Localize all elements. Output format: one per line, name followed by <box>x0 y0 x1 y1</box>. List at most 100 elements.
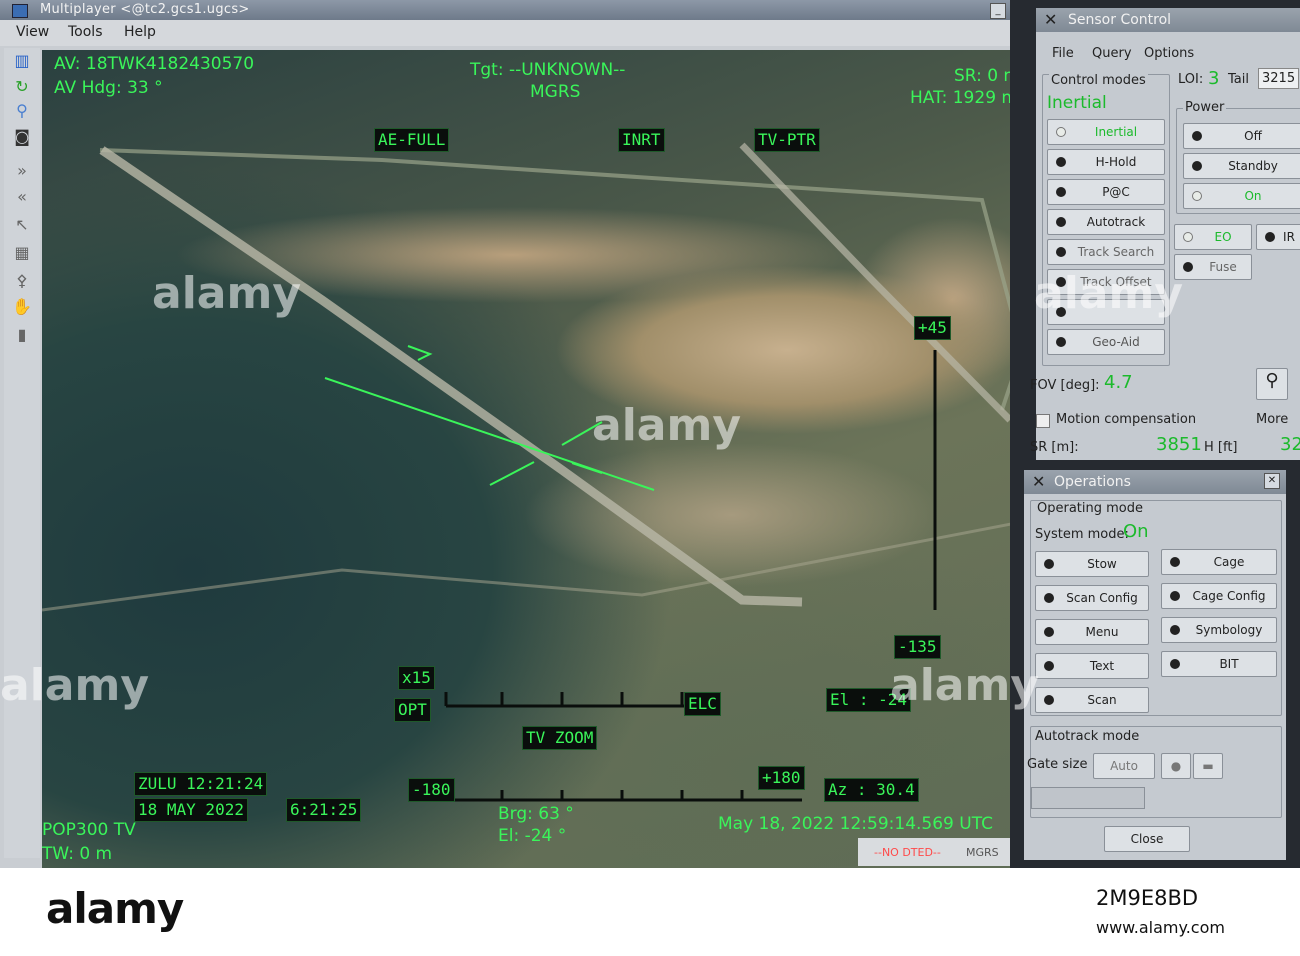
video-window: Multiplayer <@tc2.gcs1.ugcs> _ X View To… <box>0 0 1035 868</box>
sensor-eo-button[interactable]: EO <box>1174 224 1252 250</box>
scan-config-button[interactable]: Scan Config <box>1035 585 1149 611</box>
gate-size-label: Gate size <box>1027 757 1088 772</box>
gate-auto-button[interactable]: Auto <box>1093 753 1155 779</box>
taxiway <box>739 142 1013 423</box>
video-feed[interactable]: AV: 18TWK4182430570 AV Hdg: 33 ° Tgt: --… <box>42 50 1032 868</box>
power-on-button[interactable]: On <box>1183 183 1300 209</box>
joystick-icon[interactable]: ⚴ <box>10 270 34 292</box>
menu-file[interactable]: File <box>1052 46 1074 61</box>
gate-size-slider[interactable] <box>1031 787 1145 809</box>
watermark-text: alamy <box>0 660 149 711</box>
zulu-time-box: ZULU 12:21:24 <box>134 772 268 796</box>
camera-icon[interactable]: ◙ <box>10 126 34 148</box>
av-position: AV: 18TWK4182430570 <box>54 54 255 74</box>
mode-inertial-button[interactable]: Inertial <box>1047 119 1165 145</box>
utc-timestamp: May 18, 2022 12:59:14.569 UTC <box>718 814 993 834</box>
watermark-text: alamy <box>152 268 301 319</box>
operations-titlebar[interactable]: ✕ Operations ✕ <box>1024 470 1286 494</box>
reticle-line <box>571 462 603 474</box>
menu-query[interactable]: Query <box>1092 46 1132 61</box>
sr-label: SR [m]: <box>1030 440 1079 455</box>
window-title: Multiplayer <@tc2.gcs1.ugcs> <box>40 2 250 17</box>
menu-button[interactable]: Menu <box>1035 619 1149 645</box>
zoom-icon[interactable]: ⚲ <box>10 100 34 122</box>
sensor-control-titlebar[interactable]: ✕ Sensor Control <box>1036 8 1300 32</box>
height-above-terrain: HAT: 1929 m <box>910 88 1018 108</box>
rewind-icon[interactable]: « <box>10 186 34 208</box>
text-button[interactable]: Text <box>1035 653 1149 679</box>
elevation-upper-box: +45 <box>914 316 951 340</box>
close-operations-button[interactable]: Close <box>1104 826 1190 852</box>
window-titlebar[interactable]: Multiplayer <@tc2.gcs1.ugcs> _ X <box>0 0 1035 20</box>
close-icon[interactable]: ✕ <box>1032 470 1045 494</box>
status-bar: --NO DTED-- MGRS <box>858 838 1033 866</box>
power-standby-button[interactable]: Standby <box>1183 153 1300 179</box>
motion-compensation-label: Motion compensation <box>1056 412 1197 427</box>
inrt-box: INRT <box>618 128 665 152</box>
mode-pac-button[interactable]: P@C <box>1047 179 1165 205</box>
watermark-text: alamy <box>890 660 1039 711</box>
sensor-control-title: Sensor Control <box>1068 12 1172 28</box>
cage-button[interactable]: Cage <box>1161 549 1277 575</box>
sensor-fuse-button[interactable]: Fuse <box>1174 254 1252 280</box>
symbology-button[interactable]: Symbology <box>1161 617 1277 643</box>
menu-options[interactable]: Options <box>1144 46 1194 61</box>
date-box: 18 MAY 2022 <box>134 798 248 822</box>
bar-icon: ▬ <box>1202 759 1214 773</box>
mode-geo-aid-button[interactable]: Geo-Aid <box>1047 329 1165 355</box>
menu-bar: View Tools Help <box>0 20 1035 46</box>
target-label: Tgt: --UNKNOWN-- <box>470 60 626 80</box>
sensor-ir-button[interactable]: IR <box>1256 224 1300 250</box>
close-icon[interactable]: ✕ <box>1044 8 1057 32</box>
stow-button[interactable]: Stow <box>1035 551 1149 577</box>
azimuth-max-box: +180 <box>758 766 805 790</box>
hand-icon[interactable]: ✋ <box>10 296 34 318</box>
more-button[interactable]: More <box>1256 412 1288 427</box>
close-icon[interactable]: ✕ <box>1264 473 1280 489</box>
cage-config-button[interactable]: Cage Config <box>1161 583 1277 609</box>
gate-medium-button[interactable]: ● <box>1161 753 1191 779</box>
mode-autotrack-button[interactable]: Autotrack <box>1047 209 1165 235</box>
ae-full-box: AE-FULL <box>374 128 450 152</box>
tail-label: Tail <box>1228 72 1249 87</box>
grid-icon[interactable]: ▦ <box>10 242 34 264</box>
power-off-button[interactable]: Off <box>1183 123 1300 149</box>
tool-strip: ▥ ↻ ⚲ ◙ » « ↖ ▦ ⚴ ✋ ▮ <box>4 48 40 858</box>
gate-large-button[interactable]: ▬ <box>1193 753 1223 779</box>
motion-compensation-checkbox[interactable] <box>1036 414 1050 428</box>
reticle-line <box>489 461 535 486</box>
app-icon <box>12 4 28 18</box>
tail-field[interactable]: 3215 <box>1258 68 1300 89</box>
minimize-button[interactable]: _ <box>990 3 1006 19</box>
pointer-icon[interactable]: ↖ <box>10 214 34 236</box>
menu-help[interactable]: Help <box>124 24 156 40</box>
mode-track-search-button[interactable]: Track Search <box>1047 239 1165 265</box>
scan-button[interactable]: Scan <box>1035 687 1149 713</box>
split-view-icon[interactable]: ▥ <box>10 50 34 72</box>
dted-status: --NO DTED-- <box>874 846 941 859</box>
power-label: Power <box>1183 100 1227 115</box>
zoom-factor-box: x15 <box>398 666 435 690</box>
watermark-text: alamy <box>592 400 741 451</box>
menu-view[interactable]: View <box>16 24 49 40</box>
coord-format[interactable]: MGRS <box>966 846 999 859</box>
sensor-control-panel: ✕ Sensor Control File Query Options Cont… <box>1030 8 1300 460</box>
elevation-lower-box: -135 <box>894 635 941 659</box>
bearing: Brg: 63 ° <box>498 804 574 824</box>
watermark-text: alamy <box>1034 268 1183 319</box>
bit-button[interactable]: BIT <box>1161 651 1277 677</box>
alamy-logo: alamy <box>46 884 184 933</box>
fast-forward-icon[interactable]: » <box>10 160 34 182</box>
av-heading: AV Hdg: 33 ° <box>54 78 163 98</box>
system-mode-label: System mode: <box>1035 527 1129 542</box>
zoom-button[interactable]: ⚲ <box>1256 368 1288 400</box>
azimuth-scale <box>446 790 802 802</box>
lock-icon[interactable]: ▮ <box>10 324 34 346</box>
height-label: H [ft] <box>1204 440 1238 455</box>
operations-panel: ✕ Operations ✕ Operating mode System mod… <box>1024 470 1286 860</box>
mode-h-hold-button[interactable]: H-Hold <box>1047 149 1165 175</box>
dot-icon: ● <box>1170 759 1182 773</box>
menu-tools[interactable]: Tools <box>68 24 103 40</box>
refresh-icon[interactable]: ↻ <box>10 76 34 98</box>
runway <box>99 146 803 607</box>
